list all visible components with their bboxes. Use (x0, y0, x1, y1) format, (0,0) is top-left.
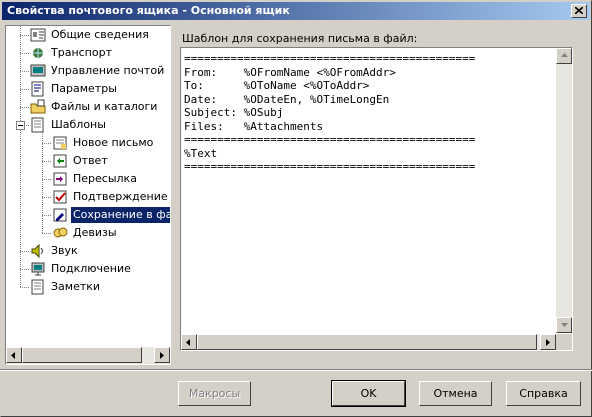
connection-icon (30, 261, 46, 277)
arrow-right-icon (160, 352, 164, 359)
tree-root-line (20, 26, 21, 287)
tree-item-label: Сохранение в файл (71, 207, 170, 223)
arrow-up-icon (561, 53, 568, 57)
tree-branch-line (20, 53, 30, 54)
tree-item-label: Заметки (51, 280, 101, 293)
macros-button[interactable]: Макросы (178, 381, 251, 406)
tree-item-label: Звук (51, 244, 78, 257)
tree-branch-line (42, 161, 52, 162)
arrow-right-icon (546, 339, 550, 346)
collapse-toggle[interactable] (16, 121, 25, 130)
template-editor[interactable]: ========================================… (180, 47, 573, 351)
settings-tree[interactable]: Общие сведения Транспорт Управление почтой… (5, 25, 171, 365)
sound-icon (30, 243, 46, 259)
arrow-left-icon (186, 339, 190, 346)
tree-item-label: Пересылка (73, 172, 137, 185)
tree-item-label: Управление почтой (51, 64, 165, 77)
tree-branch-line (42, 143, 52, 144)
tree-child-line (42, 130, 43, 234)
reply-icon (52, 153, 68, 169)
tree-branch-line (20, 35, 30, 36)
new-letter-icon (52, 135, 68, 151)
tree-branch-line (20, 71, 30, 72)
tree-items: Общие сведения Транспорт Управление почтой… (6, 26, 170, 347)
tree-item-label: Девизы (73, 226, 117, 239)
tree-item-label: Ответ (73, 154, 108, 167)
folders-icon (30, 99, 46, 115)
help-button[interactable]: Справка (506, 381, 581, 406)
scroll-left-button[interactable] (6, 347, 22, 363)
arrow-down-icon (561, 323, 568, 327)
tree-branch-line (42, 197, 52, 198)
editor-horizontal-scrollbar[interactable] (181, 334, 556, 350)
tree-item-label: Новое письмо (73, 136, 154, 149)
templates-icon (30, 117, 46, 133)
forward-icon (52, 171, 68, 187)
mail-management-icon (30, 63, 46, 79)
notes-icon (30, 279, 46, 295)
tree-branch-line (42, 179, 52, 180)
tree-item-label: Параметры (51, 82, 117, 95)
scroll-down-button[interactable] (556, 317, 572, 333)
mottos-icon (52, 225, 68, 241)
tree-branch-line (20, 89, 30, 90)
tree-item-label: Подтверждение про (73, 190, 170, 203)
tree-item-label: Подключение (51, 262, 131, 275)
scroll-corner (556, 334, 572, 350)
scroll-up-button[interactable] (556, 48, 572, 64)
transport-icon (30, 45, 46, 61)
tree-item-label: Файлы и каталоги (51, 100, 158, 113)
tree-horizontal-scrollbar[interactable] (6, 347, 170, 364)
ok-button[interactable]: OK (331, 380, 406, 407)
template-text[interactable]: ========================================… (184, 52, 554, 332)
close-button[interactable] (571, 4, 587, 18)
template-label: Шаблон для сохранения письма в файл: (182, 32, 418, 45)
window-title: Свойства почтового ящика - Основной ящик (7, 4, 290, 17)
button-separator (0, 369, 592, 371)
scroll-left-button[interactable] (181, 334, 197, 350)
title-bar[interactable]: Свойства почтового ящика - Основной ящик (2, 2, 590, 20)
tree-branch-line (20, 107, 30, 108)
scroll-right-button[interactable] (154, 347, 170, 363)
parameters-icon (30, 81, 46, 97)
confirmation-icon (52, 189, 68, 205)
editor-vertical-scrollbar[interactable] (556, 48, 572, 333)
cancel-button[interactable]: Отмена (419, 381, 492, 406)
info-card-icon (30, 27, 46, 43)
editor-scroll-thumb[interactable] (197, 334, 537, 350)
tree-item-label: Шаблоны (51, 118, 106, 131)
tree-item-label: Общие сведения (51, 28, 149, 41)
arrow-left-icon (11, 352, 15, 359)
scroll-right-button[interactable] (540, 334, 556, 350)
tree-branch-line (20, 269, 30, 270)
tree-scroll-thumb[interactable] (22, 347, 142, 363)
tree-branch-line (42, 233, 52, 234)
tree-branch-line (20, 251, 30, 252)
close-icon (575, 7, 583, 14)
tree-item-label: Транспорт (51, 46, 112, 59)
save-to-file-icon (52, 207, 68, 223)
tree-branch-line (42, 215, 52, 216)
tree-branch-line (20, 287, 30, 288)
